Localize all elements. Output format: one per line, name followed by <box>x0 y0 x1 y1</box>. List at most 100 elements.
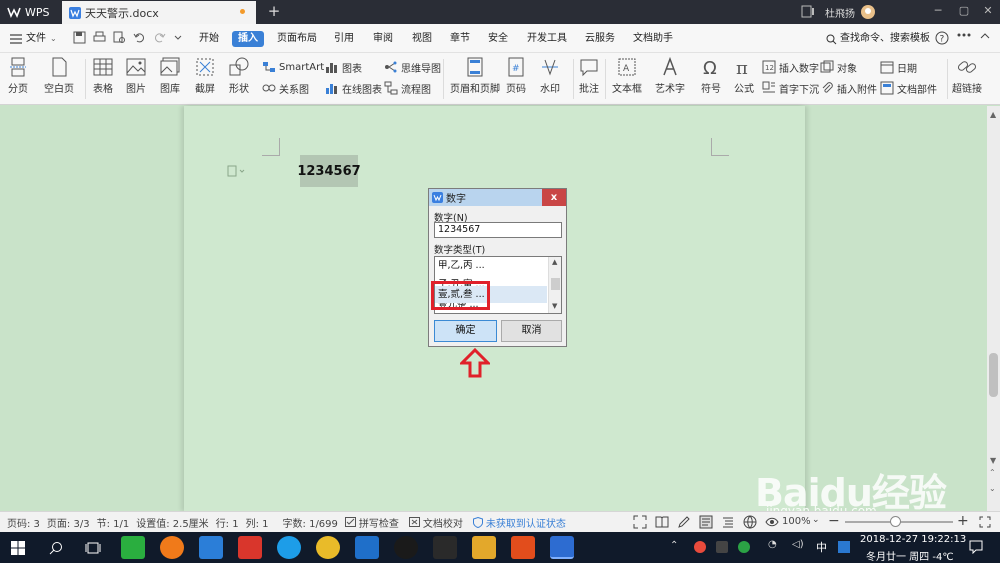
ie-browser-icon[interactable] <box>277 536 301 559</box>
search-icon[interactable] <box>49 541 63 555</box>
firefox-icon[interactable] <box>160 536 184 559</box>
number-input[interactable]: 1234567 <box>434 222 562 238</box>
menu-item-review[interactable]: 审阅 <box>373 31 393 47</box>
prev-page-icon[interactable]: ⌃ <box>989 468 998 477</box>
online-chart-button[interactable]: 在线图表 <box>325 80 382 96</box>
gallery-button[interactable]: 图库 <box>159 56 181 95</box>
scroll-up-icon[interactable]: ▲ <box>990 110 997 119</box>
eye-protection-icon[interactable] <box>765 515 779 529</box>
close-window-button[interactable]: ✕ <box>980 4 996 18</box>
menu-item-view[interactable]: 视图 <box>412 31 432 47</box>
dialog-close-button[interactable]: x <box>542 189 566 206</box>
smartart-button[interactable]: SmartArt <box>262 59 324 75</box>
list-scroll-down-icon[interactable]: ▼ <box>552 302 557 310</box>
screenshot-button[interactable]: 截屏 <box>194 56 216 95</box>
wifi-icon[interactable]: ◔ <box>768 539 777 550</box>
vertical-scrollbar[interactable]: ▲ ▼ ⌃ ⌄ <box>987 106 1000 511</box>
menu-item-insert[interactable]: 插入 <box>232 31 264 47</box>
ime-indicator[interactable]: 中 <box>816 539 827 555</box>
menu-item-references[interactable]: 引用 <box>334 31 354 47</box>
menu-item-chapter[interactable]: 章节 <box>450 31 470 47</box>
redo-icon[interactable] <box>153 31 166 44</box>
zoom-slider-thumb[interactable] <box>890 516 901 527</box>
ime-mode-icon[interactable] <box>838 541 850 553</box>
pen-icon[interactable] <box>677 515 691 529</box>
date-button[interactable]: 日期 <box>880 59 937 75</box>
zoom-level[interactable]: 100% <box>782 516 811 527</box>
fox-app-icon[interactable] <box>433 536 457 559</box>
zoom-dropdown-icon[interactable]: ⌄ <box>812 515 820 525</box>
more-options-icon[interactable] <box>957 33 971 37</box>
maximize-button[interactable]: ▢ <box>956 4 972 18</box>
web-view-icon[interactable] <box>743 515 757 529</box>
hyperlink-button[interactable]: 超链接 <box>952 56 982 95</box>
mindmap-button[interactable]: 思维导图 <box>384 59 441 75</box>
user-area[interactable]: 杜飛扬 <box>825 3 875 21</box>
zoom-in-button[interactable]: + <box>957 513 969 529</box>
textbox-button[interactable]: A 文本框 <box>612 56 642 95</box>
symbol-button[interactable]: Ω 符号 <box>700 56 722 95</box>
list-scroll-thumb[interactable] <box>551 278 560 290</box>
tray-expand-icon[interactable]: ⌃ <box>670 540 678 551</box>
object-button[interactable]: 对象 <box>820 59 877 75</box>
wps-app-button[interactable]: WPS <box>0 0 60 24</box>
wechat-icon[interactable] <box>121 536 145 559</box>
menu-item-start[interactable]: 开始 <box>199 31 219 47</box>
table-button[interactable]: 表格 <box>92 56 114 95</box>
system-clock[interactable]: 2018-12-27 19:22:13 <box>860 534 966 545</box>
windows-start-icon[interactable] <box>11 541 25 555</box>
watermark-button[interactable]: 水印 <box>539 56 561 95</box>
tray-app-icon[interactable] <box>738 541 750 553</box>
menu-item-cloud[interactable]: 云服务 <box>585 31 615 47</box>
fullscreen-icon[interactable] <box>633 515 647 529</box>
new-tab-button[interactable]: + <box>266 3 282 19</box>
print-preview-icon[interactable] <box>113 31 126 44</box>
document-tab[interactable]: 天天警示.docx <box>62 1 256 24</box>
paste-options-icon[interactable] <box>227 165 245 177</box>
cancel-button[interactable]: 取消 <box>501 320 562 342</box>
window-layout-icon[interactable] <box>801 5 815 18</box>
next-page-icon[interactable]: ⌄ <box>989 484 998 493</box>
file-menu[interactable]: 文件 ⌄ <box>10 31 57 47</box>
outline-view-icon[interactable] <box>721 515 735 529</box>
menu-item-developer[interactable]: 开发工具 <box>527 31 567 47</box>
red-app-icon[interactable] <box>238 536 262 559</box>
drop-cap-button[interactable]: 首字下沉 <box>762 80 819 96</box>
word-art-button[interactable]: 艺术字 <box>655 56 685 95</box>
save-icon[interactable] <box>73 31 86 44</box>
equation-button[interactable]: π 公式 <box>733 56 755 95</box>
flowchart-button[interactable]: 流程图 <box>384 80 441 96</box>
collapse-ribbon-icon[interactable] <box>980 33 990 39</box>
scroll-down-icon[interactable]: ▼ <box>990 456 997 465</box>
zoom-out-button[interactable]: − <box>828 513 840 529</box>
page-number-button[interactable]: # 页码 <box>505 56 527 95</box>
qq-icon[interactable] <box>394 536 418 559</box>
relation-chart-button[interactable]: 关系图 <box>262 80 324 96</box>
doc-parts-button[interactable]: 文档部件 <box>880 80 937 96</box>
command-search[interactable]: 查找命令、搜索模板 <box>826 31 930 47</box>
list-scrollbar[interactable]: ▲ ▼ <box>548 257 561 313</box>
auth-status[interactable]: 未获取到认证状态 <box>472 515 566 530</box>
ok-button[interactable]: 确定 <box>434 320 497 342</box>
header-footer-button[interactable]: 页眉和页脚 <box>450 56 500 95</box>
print-icon[interactable] <box>93 31 106 44</box>
shape-button[interactable]: 形状 <box>228 56 250 95</box>
spell-check-button[interactable]: 拼写检查 <box>344 515 399 530</box>
attachment-button[interactable]: 插入附件 <box>820 80 877 96</box>
pdf-app-icon[interactable] <box>511 536 535 559</box>
selected-number-text[interactable]: 1234567 <box>297 155 361 187</box>
notification-icon[interactable] <box>969 540 983 554</box>
page-break-button[interactable]: 分页 <box>7 56 29 95</box>
wps-writer-taskbar-icon[interactable] <box>550 536 574 559</box>
insert-number-button[interactable]: 12 插入数字 <box>762 59 819 75</box>
tray-app-icon[interactable] <box>694 541 706 553</box>
comment-button[interactable]: 批注 <box>578 56 600 95</box>
chart-button[interactable]: 图表 <box>325 59 382 75</box>
chrome-icon[interactable] <box>316 536 340 559</box>
fit-window-icon[interactable] <box>979 516 991 528</box>
page-view-icon[interactable] <box>699 515 713 529</box>
file-explorer-icon[interactable] <box>472 536 496 559</box>
tray-app-icon[interactable] <box>716 541 728 553</box>
customize-dropdown-icon[interactable] <box>173 31 183 44</box>
ime-app-icon[interactable] <box>355 536 379 559</box>
